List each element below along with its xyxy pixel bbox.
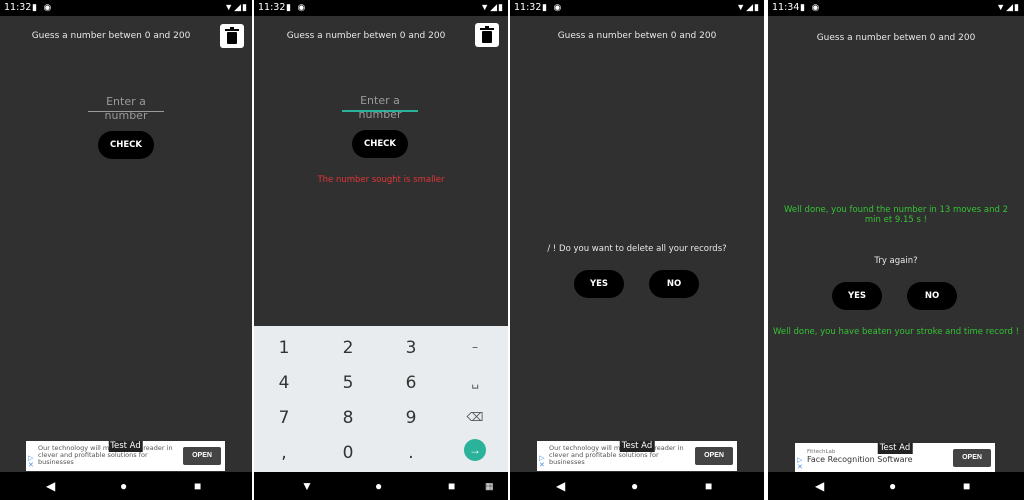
check-button[interactable]: CHECK	[352, 130, 408, 158]
record-message: Well done, you have beaten your stroke a…	[772, 327, 1020, 337]
space-key-icon[interactable]: ␣	[455, 375, 495, 389]
success-message: Well done, you found the number in 13 mo…	[783, 205, 1009, 225]
page-title: Guess a number betwen 0 and 200	[31, 31, 191, 41]
no-button[interactable]: NO	[907, 282, 957, 310]
key-dot[interactable]: .	[391, 443, 431, 463]
status-bar: 11:32 ▮ ◉ ▼◢▮	[510, 0, 764, 16]
adchoices-icon[interactable]: ▷ ✕	[539, 455, 545, 469]
hide-keyboard-icon[interactable]: ▼	[301, 479, 313, 493]
recents-icon[interactable]: ■	[963, 479, 970, 493]
screen-3: 11:32 ▮ ◉ ▼◢▮ Guess a number betwen 0 an…	[510, 0, 764, 500]
backspace-icon[interactable]: ⌫	[455, 410, 495, 424]
screen-1: 11:32 ▮ ◉ ▼◢▮ Guess a number betwen 0 an…	[0, 0, 252, 500]
number-input[interactable]: Enter a number	[88, 95, 164, 122]
try-again-label: Try again?	[874, 256, 918, 266]
key-minus[interactable]: –	[455, 340, 495, 354]
nav-bar: ◀ ● ■	[510, 472, 764, 500]
ad-open-button[interactable]: OPEN	[953, 449, 991, 467]
key-8[interactable]: 8	[328, 408, 368, 428]
status-time: 11:32	[514, 2, 542, 13]
recents-icon[interactable]: ■	[448, 479, 455, 493]
key-comma[interactable]: ,	[264, 443, 304, 463]
status-bar: 11:32 ▮ ◉ ▼◢▮	[254, 0, 508, 16]
delete-question: / ! Do you want to delete all your recor…	[547, 244, 727, 254]
page-title: Guess a number betwen 0 and 200	[816, 33, 976, 43]
ad-open-button[interactable]: OPEN	[695, 447, 733, 465]
numeric-keypad: 1 2 3 – 4 5 6 ␣ 7 8 9 ⌫ , 0 . →	[254, 326, 508, 472]
yes-button[interactable]: YES	[832, 282, 882, 310]
home-icon[interactable]: ●	[889, 479, 896, 493]
status-time: 11:34	[772, 2, 800, 13]
ad-banner[interactable]: ▷ ✕ FittechLab Face Recognition Software …	[795, 443, 995, 473]
back-icon[interactable]: ◀	[556, 479, 565, 493]
notification-icons: ▮ ◉	[32, 2, 54, 12]
hint-message: The number sought is smaller	[317, 175, 445, 185]
ad-tag: Test Ad	[619, 441, 655, 452]
adchoices-icon[interactable]: ▷ ✕	[797, 457, 803, 471]
nav-bar: ◀ ● ■	[0, 472, 252, 500]
notification-icons: ▮ ◉	[286, 2, 308, 12]
ad-tag: Test Ad	[877, 443, 913, 454]
back-icon[interactable]: ◀	[46, 479, 55, 493]
key-4[interactable]: 4	[264, 373, 304, 393]
signal-battery-icon: ▼◢▮	[480, 2, 504, 12]
status-bar: 11:32 ▮ ◉ ▼◢▮	[0, 0, 252, 16]
trash-icon	[480, 26, 494, 43]
key-7[interactable]: 7	[264, 408, 304, 428]
recents-icon[interactable]: ■	[705, 479, 712, 493]
status-bar: 11:34 ▮ ◉ ▼◢▮	[768, 0, 1024, 16]
home-icon[interactable]: ●	[375, 479, 382, 493]
ad-banner[interactable]: ▷ ✕ Our technology will make every reader…	[26, 441, 225, 471]
notification-icons: ▮ ◉	[542, 2, 564, 12]
signal-battery-icon: ▼◢▮	[996, 2, 1020, 12]
key-1[interactable]: 1	[264, 338, 304, 358]
home-icon[interactable]: ●	[631, 479, 638, 493]
key-6[interactable]: 6	[391, 373, 431, 393]
adchoices-icon[interactable]: ▷ ✕	[28, 455, 34, 469]
ad-headline: Face Recognition Software	[807, 455, 913, 464]
delete-records-button[interactable]	[475, 23, 499, 47]
signal-battery-icon: ▼◢▮	[224, 2, 248, 12]
nav-bar: ▼ ● ■ ▦	[254, 472, 508, 500]
ad-banner[interactable]: ▷ ✕ Our technology will make every reader…	[537, 441, 737, 471]
key-3[interactable]: 3	[391, 338, 431, 358]
status-time: 11:32	[4, 2, 32, 13]
delete-records-button[interactable]	[220, 24, 244, 48]
key-0[interactable]: 0	[328, 443, 368, 463]
check-button[interactable]: CHECK	[98, 131, 154, 159]
page-title: Guess a number betwen 0 and 200	[557, 31, 717, 41]
status-time: 11:32	[258, 2, 286, 13]
screen-2: 11:32 ▮ ◉ ▼◢▮ Guess a number betwen 0 an…	[254, 0, 508, 500]
screen-4: 11:34 ▮ ◉ ▼◢▮ Guess a number betwen 0 an…	[768, 0, 1024, 500]
home-icon[interactable]: ●	[120, 479, 127, 493]
yes-button[interactable]: YES	[574, 270, 624, 298]
back-icon[interactable]: ◀	[815, 479, 824, 493]
ad-open-button[interactable]: OPEN	[183, 447, 221, 465]
key-9[interactable]: 9	[391, 408, 431, 428]
notification-icons: ▮ ◉	[800, 2, 822, 12]
page-title: Guess a number betwen 0 and 200	[286, 31, 446, 41]
nav-bar: ◀ ● ■	[768, 472, 1024, 500]
number-input[interactable]: Enter a number	[342, 94, 418, 121]
key-2[interactable]: 2	[328, 338, 368, 358]
no-button[interactable]: NO	[649, 270, 699, 298]
key-5[interactable]: 5	[328, 373, 368, 393]
signal-battery-icon: ▼◢▮	[736, 2, 760, 12]
enter-icon[interactable]: →	[464, 439, 486, 461]
recents-icon[interactable]: ■	[194, 479, 201, 493]
keyboard-icon[interactable]: ▦	[485, 479, 494, 493]
trash-icon	[225, 27, 239, 44]
ad-tag: Test Ad	[108, 441, 143, 452]
